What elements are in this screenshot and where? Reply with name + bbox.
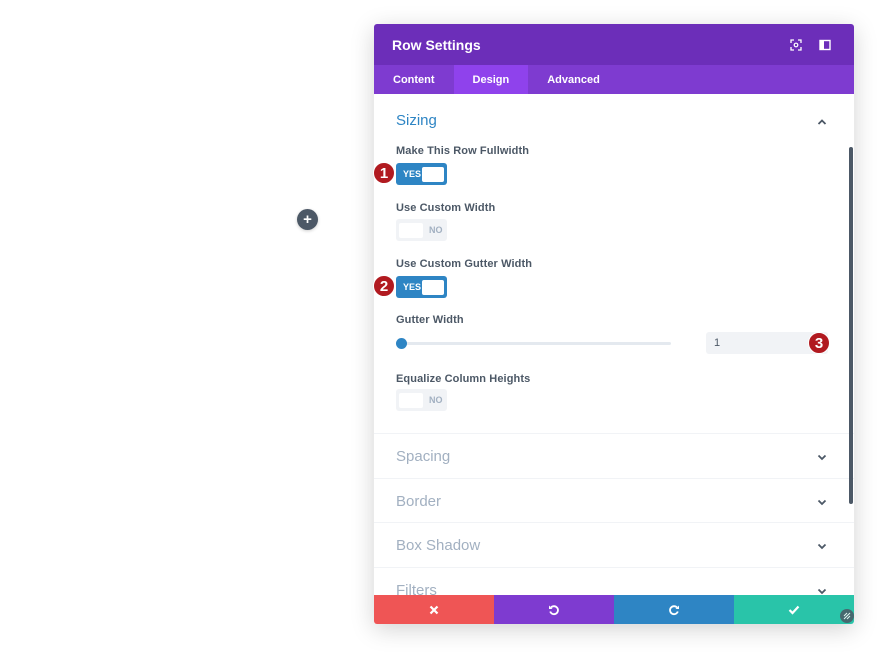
custom-gutter-label: Use Custom Gutter Width [396, 258, 533, 270]
custom-width-toggle[interactable]: NO [396, 219, 447, 241]
chevron-down-icon [817, 543, 827, 550]
modal-title: Row Settings [392, 36, 481, 53]
chevron-down-icon [817, 454, 827, 461]
chevron-up-icon[interactable] [816, 116, 828, 128]
sizing-title[interactable]: Sizing [396, 112, 437, 129]
tab-design[interactable]: Design [453, 65, 529, 94]
redo-button[interactable] [614, 595, 734, 624]
border-title: Border [396, 492, 442, 510]
filters-title: Filters [396, 581, 437, 596]
toggle-state: NO [429, 225, 443, 235]
scrollbar[interactable] [849, 147, 853, 504]
gutter-slider-track[interactable] [401, 342, 671, 345]
tab-content[interactable]: Content [374, 65, 454, 94]
undo-button[interactable] [494, 595, 614, 624]
toggle-knob [422, 166, 444, 182]
custom-gutter-toggle[interactable]: YES [396, 276, 447, 298]
box-shadow-title: Box Shadow [396, 537, 481, 554]
plus-icon: + [303, 211, 312, 228]
filters-section[interactable]: Filters [374, 568, 854, 596]
toggle-state: YES [403, 169, 422, 179]
box-shadow-section[interactable]: Box Shadow [374, 523, 854, 568]
check-icon [788, 605, 800, 615]
add-row-button[interactable]: + [297, 209, 318, 230]
resize-handle[interactable] [840, 609, 854, 623]
toggle-state: YES [403, 282, 422, 292]
gutter-width-label: Gutter Width [396, 314, 464, 326]
chevron-down-icon [817, 588, 827, 594]
modal-footer [374, 595, 854, 624]
undo-icon [549, 604, 559, 615]
tab-advanced[interactable]: Advanced [528, 65, 619, 94]
toggle-state: NO [429, 395, 443, 405]
custom-width-label: Use Custom Width [396, 202, 496, 214]
sidebar-toggle-icon[interactable] [814, 34, 836, 56]
modal-body: Sizing Make This Row Fullwidth YES Use C… [374, 94, 854, 595]
cancel-button[interactable] [374, 595, 494, 624]
save-button[interactable] [734, 595, 854, 624]
annotation-marker-2: 2 [373, 275, 395, 297]
annotation-marker-1: 1 [373, 162, 395, 184]
close-icon [429, 605, 439, 614]
chevron-down-icon [817, 499, 827, 505]
redo-icon [669, 604, 679, 615]
border-section[interactable]: Border [374, 479, 854, 523]
toggle-knob [422, 279, 444, 295]
equalize-toggle[interactable]: NO [396, 389, 447, 411]
spacing-title: Spacing [396, 448, 451, 465]
toggle-knob [399, 222, 423, 238]
row-settings-modal: Row Settings Content Design Advanced Siz… [374, 24, 854, 624]
modal-header: Row Settings [374, 24, 854, 65]
canvas: + Row Settings Content Design Advanced S… [0, 0, 880, 653]
annotation-marker-3: 3 [808, 332, 830, 354]
gutter-slider-handle[interactable] [396, 338, 407, 349]
resize-icon [843, 612, 851, 620]
fullwidth-toggle[interactable]: YES [396, 163, 447, 185]
toggle-knob [399, 392, 423, 408]
equalize-label: Equalize Column Heights [396, 373, 531, 385]
fullwidth-label: Make This Row Fullwidth [396, 145, 530, 157]
spacing-section[interactable]: Spacing [374, 434, 854, 479]
sizing-section: Sizing Make This Row Fullwidth YES Use C… [374, 94, 854, 434]
tab-bar: Content Design Advanced [374, 65, 854, 94]
fullscreen-icon[interactable] [785, 34, 807, 56]
